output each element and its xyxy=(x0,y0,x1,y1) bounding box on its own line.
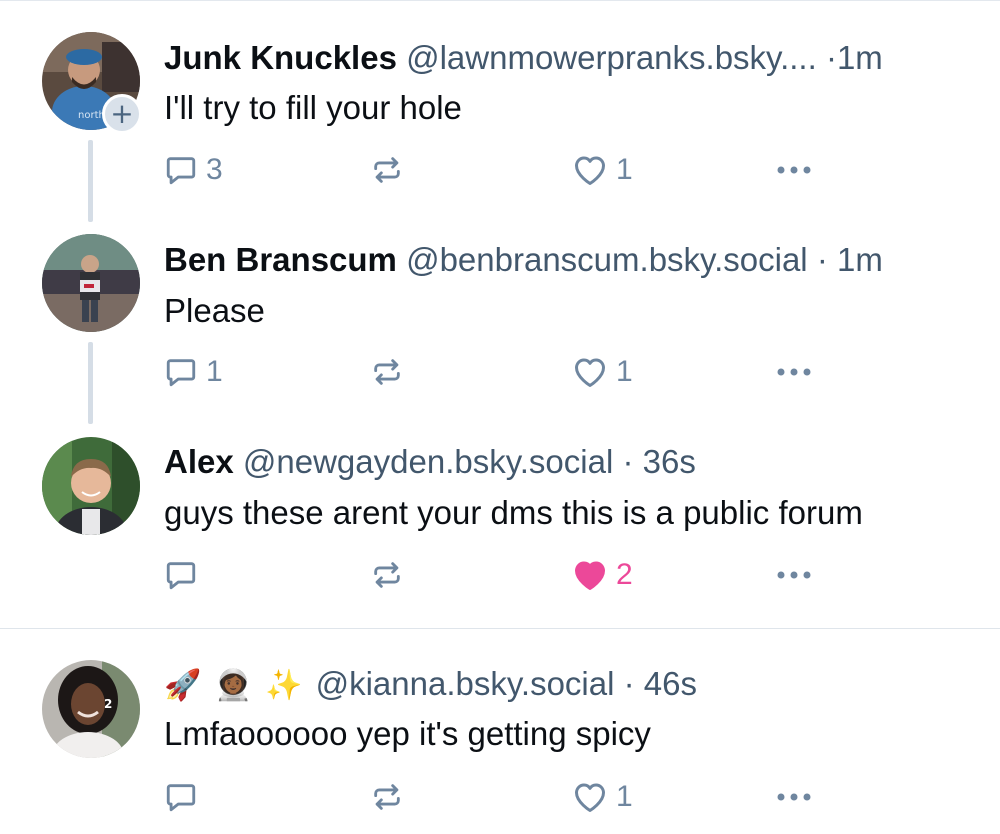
repost-button[interactable] xyxy=(370,777,404,817)
post-header: 🚀 👩🏾‍🚀 ✨ @kianna.bsky.social · 46s xyxy=(164,664,697,706)
rocket-icon: 🚀 xyxy=(164,669,202,702)
reply-count: 3 xyxy=(206,153,223,186)
sparkles-icon: ✨ xyxy=(265,669,303,702)
heart-filled-icon xyxy=(575,561,605,590)
more-options-button[interactable] xyxy=(776,777,812,817)
svg-text:north: north xyxy=(78,110,105,121)
reply-icon xyxy=(166,562,196,590)
avatar-image: 2 xyxy=(42,660,140,758)
repost-button[interactable] xyxy=(370,555,404,595)
post-header: Ben Branscum @benbranscum.bsky.social · … xyxy=(164,240,883,280)
post-time[interactable]: 1m xyxy=(837,241,883,278)
top-border xyxy=(0,0,1000,1)
heart-icon xyxy=(575,358,605,387)
thread-divider xyxy=(0,628,1000,629)
more-options-button[interactable] xyxy=(776,555,812,595)
avatar-wrap: north + xyxy=(42,32,142,134)
post-text: I'll try to fill your hole xyxy=(164,89,462,126)
like-count: 1 xyxy=(616,355,633,388)
like-button[interactable]: 1 xyxy=(572,150,633,190)
astronaut-icon: 👩🏾‍🚀 xyxy=(214,669,252,702)
reply-count: 1 xyxy=(206,355,223,388)
like-button[interactable]: 2 xyxy=(572,555,633,595)
post-header: Alex @newgayden.bsky.social · 36s xyxy=(164,442,696,482)
reply-button[interactable] xyxy=(164,555,206,595)
more-icon xyxy=(777,368,811,376)
post-time[interactable]: 36s xyxy=(643,443,696,480)
repost-icon xyxy=(374,157,400,183)
author-handle[interactable]: @benbranscum.bsky.social xyxy=(406,241,808,278)
separator-dot: · xyxy=(622,443,634,480)
avatar[interactable] xyxy=(42,437,140,535)
reply-icon xyxy=(166,359,196,387)
more-icon xyxy=(777,166,811,174)
more-icon xyxy=(777,571,811,579)
separator-dot: · xyxy=(825,39,837,76)
reply-button[interactable] xyxy=(164,777,206,817)
separator-dot: · xyxy=(623,665,635,702)
post-time[interactable]: 46s xyxy=(644,665,697,702)
repost-button[interactable] xyxy=(370,150,404,190)
separator-dot: · xyxy=(816,241,828,278)
post-time[interactable]: 1m xyxy=(837,39,883,76)
svg-text:2: 2 xyxy=(104,697,112,711)
post-text: Please xyxy=(164,292,265,329)
post-header: Junk Knuckles @lawnmowerpranks.bsky.... … xyxy=(164,38,883,78)
post-text: guys these arent your dms this is a publ… xyxy=(164,494,863,531)
like-button[interactable]: 1 xyxy=(572,777,633,817)
like-count: 1 xyxy=(616,153,633,186)
like-button[interactable]: 1 xyxy=(572,352,633,392)
post-actions: 3 1 xyxy=(164,150,824,190)
repost-icon xyxy=(374,562,400,588)
author-name[interactable]: Alex xyxy=(164,443,234,480)
avatar[interactable] xyxy=(42,234,140,332)
post-actions: 2 xyxy=(164,555,824,595)
avatar-image xyxy=(42,437,140,535)
reply-button[interactable]: 1 xyxy=(164,352,223,392)
avatar-wrap xyxy=(42,437,140,535)
avatar[interactable]: 2 xyxy=(42,660,140,758)
author-handle[interactable]: @lawnmowerpranks.bsky.... xyxy=(406,39,817,76)
like-count: 2 xyxy=(616,558,633,591)
more-icon xyxy=(777,793,811,801)
heart-icon xyxy=(575,783,605,812)
repost-icon xyxy=(374,359,400,385)
reply-icon xyxy=(166,157,196,185)
reply-button[interactable]: 3 xyxy=(164,150,223,190)
like-count: 1 xyxy=(616,780,633,813)
thread-line xyxy=(88,140,93,222)
more-options-button[interactable] xyxy=(776,352,812,392)
avatar-wrap xyxy=(42,234,140,332)
heart-icon xyxy=(575,156,605,185)
avatar-wrap: 2 xyxy=(42,660,140,758)
author-name[interactable]: Junk Knuckles xyxy=(164,39,397,76)
follow-plus-icon[interactable]: + xyxy=(102,94,142,134)
author-handle[interactable]: @kianna.bsky.social xyxy=(316,665,615,702)
post-actions: 1 xyxy=(164,777,824,817)
avatar-image xyxy=(42,234,140,332)
post-text: Lmfaoooooo yep it's getting spicy xyxy=(164,715,651,752)
post-actions: 1 1 xyxy=(164,352,824,392)
repost-icon xyxy=(374,784,400,810)
reply-icon xyxy=(166,784,196,812)
author-name[interactable]: Ben Branscum xyxy=(164,241,397,278)
thread-line xyxy=(88,342,93,424)
author-handle[interactable]: @newgayden.bsky.social xyxy=(243,443,613,480)
more-options-button[interactable] xyxy=(776,150,812,190)
repost-button[interactable] xyxy=(370,352,404,392)
